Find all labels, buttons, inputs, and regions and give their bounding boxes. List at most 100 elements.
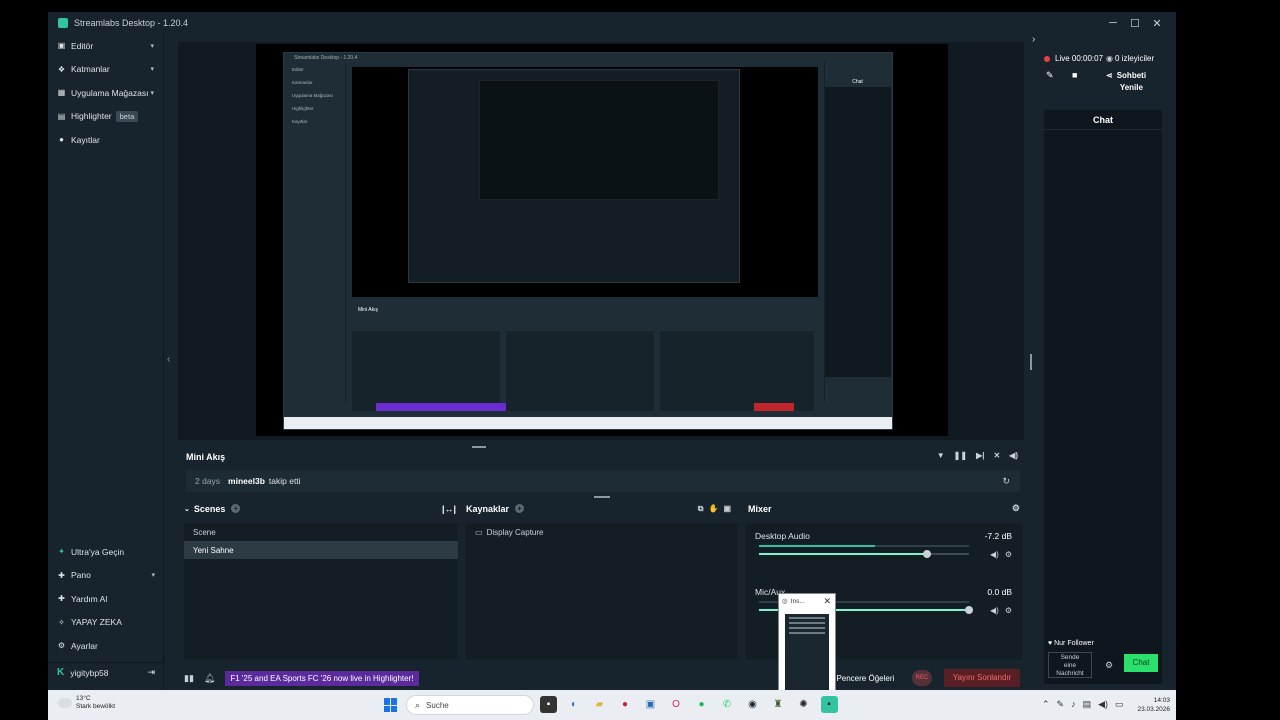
collapse-right-icon[interactable]: › — [1032, 34, 1035, 45]
volume-tray-icon[interactable]: ◀) — [1098, 699, 1108, 710]
tray-chevron-icon[interactable]: ⌃ — [1042, 699, 1050, 710]
placeholder-line: Nachricht — [1056, 670, 1084, 677]
microphone-icon[interactable]: ♪ — [1071, 699, 1076, 710]
resize-handle[interactable] — [594, 496, 610, 498]
sidebar-item-recordings[interactable]: ● Kayıtlar — [48, 128, 163, 152]
app-red-icon[interactable]: ● — [617, 696, 634, 713]
chat-send-button[interactable]: Chat — [1124, 654, 1158, 672]
sidebar-item-ultra[interactable]: ✦ Ultra'ya Geçin — [48, 540, 164, 564]
chat-settings-icon[interactable]: ⚙ — [1105, 660, 1113, 671]
user-profile[interactable]: K yigitybp58 ⇥ — [48, 662, 164, 682]
start-button[interactable] — [384, 698, 398, 712]
preview-end-button — [754, 403, 794, 411]
app-blue-icon[interactable]: ▣ — [642, 696, 659, 713]
preview-window-title: Streamlabs Desktop - 1.20.4 — [294, 55, 358, 61]
volume-knob[interactable] — [965, 606, 973, 614]
taskbar-apps: ▪ ◐ ▰ ● ▣ O ● ✆ ◉ ♜ ✺ ▪ — [540, 696, 838, 713]
pause-icon[interactable]: ❚❚ — [954, 451, 967, 460]
minimize-button[interactable]: ─ — [1102, 12, 1124, 34]
preview-nav-item: Editör — [292, 67, 304, 72]
heart-icon: ♥ — [1048, 640, 1053, 647]
source-windows-label[interactable]: st Pencere Öğeleri — [828, 674, 894, 683]
maximize-button[interactable]: ☐ — [1124, 12, 1146, 34]
scene-item[interactable]: Yeni Sahne — [184, 541, 458, 559]
close-icon[interactable]: ✕ — [823, 596, 831, 607]
sidebar-item-ai[interactable]: ✧ YAPAY ZEKA — [48, 611, 164, 635]
volume-knob[interactable] — [923, 550, 931, 558]
chat-input[interactable]: Sende eine Nachricht — [1048, 652, 1092, 678]
event-user: mineel3b — [228, 476, 265, 486]
channel-db: -7.2 dB — [984, 531, 1012, 541]
add-scene-button[interactable]: + — [231, 504, 241, 513]
skip-icon[interactable]: ▶| — [976, 451, 984, 460]
sidebar-item-layers[interactable]: ❖ Katmanlar ▾ — [48, 58, 163, 82]
sidebar-item-highlighter[interactable]: ▤ Highlighter beta — [48, 105, 163, 129]
kick-logo-icon: K — [57, 667, 65, 678]
task-view-icon[interactable]: ▪ — [540, 696, 557, 713]
eye-icon: ◉ — [1106, 54, 1114, 63]
notification-icon[interactable]: 🔔︎ — [204, 673, 215, 684]
streamlabs-taskbar-icon[interactable]: ▪ — [820, 696, 838, 713]
tray-app-icon[interactable]: ✎ — [1057, 699, 1065, 710]
mute-alerts-icon[interactable]: ✕ — [993, 451, 1000, 460]
sidebar-item-label: Editör — [71, 40, 94, 51]
sidebar-item-store[interactable]: ▦ Uygulama Mağazası ▾ — [48, 81, 163, 105]
edge-icon[interactable]: ◐ — [566, 696, 583, 713]
collapse-icon[interactable]: ⌄ — [184, 505, 190, 513]
live-dot-icon — [1044, 55, 1050, 62]
refresh-chat-button[interactable]: ⋖ Sohbeti Yenile — [1106, 70, 1176, 94]
taskbar-search[interactable]: ⌕ Suche — [406, 695, 534, 715]
battery-icon[interactable]: ▭ — [1115, 699, 1124, 710]
opera-icon[interactable]: O — [668, 696, 685, 713]
sidebar-item-label: Uygulama Mağazası — [71, 87, 149, 98]
resize-handle-right[interactable] — [1030, 354, 1032, 370]
close-button[interactable]: ✕ — [1146, 12, 1168, 34]
popup-thumbnail — [785, 614, 829, 690]
sidebar-item-editor[interactable]: ▣ Editör ▾ — [48, 34, 163, 58]
speaker-icon[interactable]: ◀) — [990, 550, 999, 559]
add-source-button[interactable]: + — [515, 504, 525, 513]
folder-icon[interactable]: ▰ — [591, 696, 608, 713]
steam-icon[interactable]: ◉ — [744, 696, 761, 713]
store-icon: ▦ — [57, 88, 66, 98]
rec-button[interactable]: REC — [912, 670, 932, 686]
gear-icon[interactable]: ⚙ — [1005, 606, 1012, 615]
sidebar-item-settings[interactable]: ⚙ Ayarlar — [48, 634, 164, 658]
preview-capture: Streamlabs Desktop - 1.20.4 Editör Katma… — [283, 52, 893, 430]
speaker-icon[interactable]: ◀) — [990, 606, 999, 615]
chat-panel: Chat ♥ Nur Follower Sende eine Nachricht… — [1044, 110, 1162, 684]
network-icon[interactable]: ▤ — [1083, 699, 1092, 710]
viewer-count: 0 izleyiciler — [1115, 54, 1155, 63]
source-item[interactable]: ▭ Display Capture — [466, 523, 738, 541]
refresh-chat-line2: Yenile — [1119, 83, 1143, 92]
collapse-panel-icon[interactable]: |↔| — [442, 504, 456, 514]
game-icon[interactable]: ♜ — [770, 696, 787, 713]
edit-icon[interactable]: ✎ — [1046, 70, 1054, 81]
mixer-settings-icon[interactable]: ⚙ — [1012, 503, 1020, 514]
clock[interactable]: 14:03 23.03.2026 — [1130, 696, 1170, 714]
collapse-left-icon[interactable]: ‹ — [167, 354, 170, 365]
whatsapp-icon[interactable]: ✆ — [719, 696, 736, 713]
weather-widget[interactable]: 13°C Stark bewölkt — [58, 695, 115, 711]
sidebar-item-label: YAPAY ZEKA — [71, 617, 122, 628]
sidebar-item-help[interactable]: ✚ Yardım Al — [48, 587, 164, 611]
logout-icon[interactable]: ⇥ — [147, 667, 155, 678]
preview-promo-banner — [376, 403, 506, 411]
source-tools-icon[interactable]: ⧉✋▣ — [698, 504, 736, 514]
spotify-icon[interactable]: ● — [693, 696, 710, 713]
end-stream-button[interactable]: Yayını Sonlandır — [944, 669, 1020, 687]
sidebar-item-label: Katmanlar — [71, 64, 110, 75]
weather-temp: 13°C — [76, 695, 91, 702]
gear-icon[interactable]: ⚙ — [1005, 550, 1012, 559]
filter-icon[interactable]: ▼ — [937, 451, 945, 460]
obs-icon[interactable]: ✺ — [795, 696, 812, 713]
volume-slider[interactable] — [759, 550, 969, 558]
camera-icon[interactable]: ■ — [1072, 70, 1077, 80]
stats-icon[interactable]: ▮▮ — [184, 673, 194, 684]
sidebar-item-label: Yardım Al — [71, 593, 108, 604]
refresh-icon[interactable]: ↻ — [1002, 476, 1010, 487]
thumbnail-popup[interactable]: ◎ Ins... ✕ — [778, 593, 836, 695]
promo-banner[interactable]: F1 '25 and EA Sports FC '26 now live in … — [225, 670, 419, 686]
volume-icon[interactable]: ◀) — [1009, 451, 1018, 460]
sidebar-item-dashboard[interactable]: ✚ Pano ▾ — [48, 564, 164, 588]
